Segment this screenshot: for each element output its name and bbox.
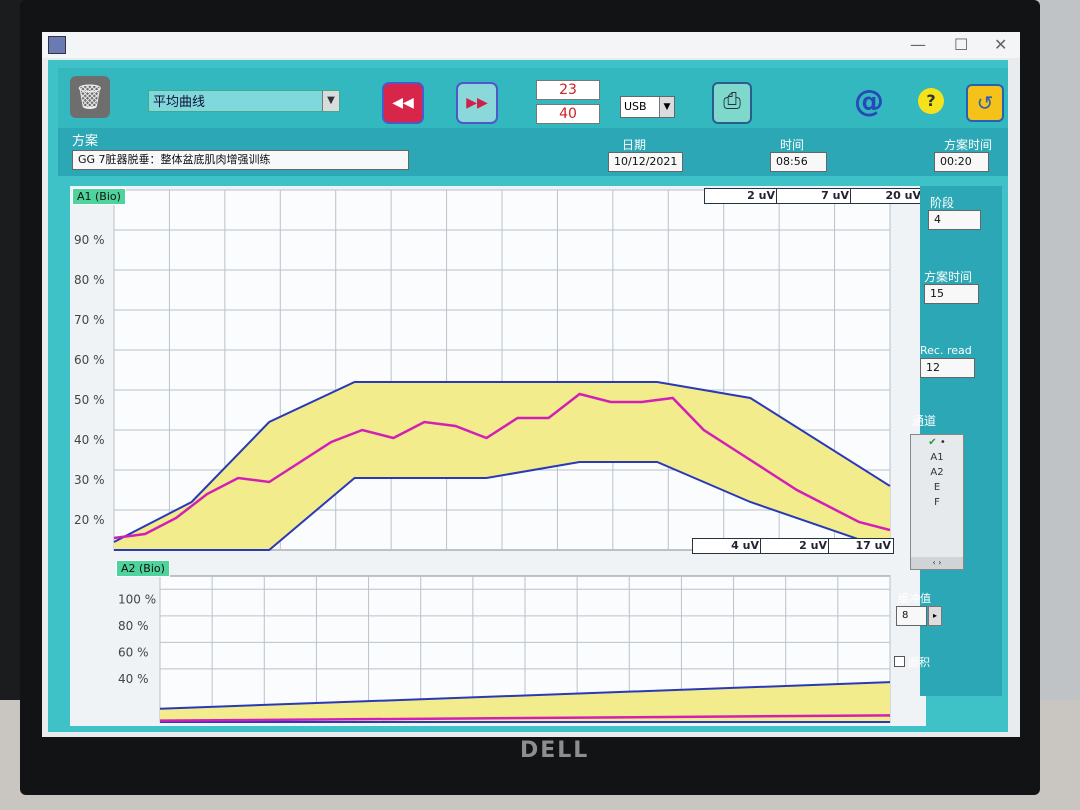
chart1-y-tick-label: 60 % [74,353,105,367]
title-bar: — ☐ ✕ [42,32,1020,58]
stage-field: 4 [928,210,981,230]
rec-read-field: 12 [920,358,975,378]
chart2-tag: A2 (Bio) [116,560,170,577]
chevron-down-icon[interactable]: ▼ [322,91,339,111]
chart1-tag: A1 (Bio) [72,188,126,205]
check-icon: ✔ [928,437,937,448]
channel-item[interactable]: F [911,495,963,510]
channel-item[interactable]: A1 [911,450,963,465]
rec-read-label: Rec. read [920,344,972,357]
plan-field: GG 7脏器脱垂：整体盆底肌肉增强训练 [72,150,409,170]
area-label: 面积 [908,656,930,669]
maximize-icon[interactable]: ☐ [954,35,968,54]
chart2-y-tick-label: 80 % [118,619,149,633]
port-select-value: USB [624,100,647,113]
channel-label: 通道 [912,414,937,428]
mode-select-value: 平均曲线 [153,95,206,110]
chart1-scale-bottom-3: 17 uV [828,538,894,554]
forward-button[interactable]: ▶▶ [456,82,498,124]
email-icon[interactable]: @ [854,84,884,119]
app-icon [48,36,66,54]
chart1-y-tick-label: 70 % [74,313,105,327]
client-area: 🗑 平均曲线 ▼ ◀◀ ▶▶ 23 40 USB ▼ ⎙ @ ? ↺ 方案 GG… [48,60,1008,732]
rewind-button[interactable]: ◀◀ [382,82,424,124]
side-plan-time-field: 15 [924,284,979,304]
plan-time-label: 方案时间 [944,138,993,152]
plan-label: 方案 [72,134,99,149]
time-field: 08:56 [770,152,827,172]
chevron-down-icon[interactable]: ▼ [659,97,674,117]
buffer-label: 缓冲值 [898,592,931,605]
chart-svg: 100 %90 %80 %70 %60 %50 %40 %30 %20 %100… [74,189,891,723]
chart1-y-tick-label: 40 % [74,433,105,447]
channel-item[interactable]: E [911,480,963,495]
count-bottom: 40 [536,104,600,124]
chart1-y-tick-label: 20 % [74,513,105,527]
channel-scrollbar[interactable]: ‹ › [911,557,963,569]
side-panel: 阶段 4 方案时间 15 Rec. read 12 通道 ✔ • A1 A2 E… [894,186,1002,696]
print-icon[interactable]: ⎙ [712,82,752,124]
chart1-y-tick-label: 90 % [74,233,105,247]
date-label: 日期 [622,138,647,152]
chart-panel: 100 %90 %80 %70 %60 %50 %40 %30 %20 %100… [70,186,926,726]
date-field: 10/12/2021 [608,152,683,172]
toolbar: 🗑 平均曲线 ▼ ◀◀ ▶▶ 23 40 USB ▼ ⎙ @ ? ↺ [58,68,1008,128]
app-window: — ☐ ✕ 🗑 平均曲线 ▼ ◀◀ ▶▶ 23 40 USB ▼ ⎙ @ ? ↺ [42,32,1020,737]
chart1-scale-bottom-1: 4 uV [692,538,762,554]
chart2-y-tick-label: 40 % [118,672,149,686]
chart1-y-tick-label: 30 % [74,473,105,487]
side-plan-time-label: 方案时间 [924,270,973,284]
channel-item[interactable]: A2 [911,465,963,480]
close-icon[interactable]: ✕ [994,35,1007,54]
area-checkbox[interactable] [894,656,905,667]
chart2-y-tick-label: 100 % [118,592,156,606]
chart2-y-tick-label: 60 % [118,645,149,659]
stage-label: 阶段 [930,196,955,210]
plan-time-field: 00:20 [934,152,989,172]
buffer-field[interactable]: 8 [896,606,927,626]
minimize-icon[interactable]: — [910,35,926,54]
help-icon[interactable]: ? [918,88,944,114]
time-label: 时间 [780,138,805,152]
port-select[interactable]: USB ▼ [620,96,675,118]
channel-list[interactable]: ✔ • A1 A2 E F ‹ › [910,434,964,570]
buffer-stepper[interactable]: ▸ [928,606,942,626]
chart1-scale-top-1: 2 uV [704,188,778,204]
chart1-y-tick-label: 50 % [74,393,105,407]
chart1-scale-bottom-2: 2 uV [760,538,830,554]
return-icon[interactable]: ↺ [966,84,1004,122]
chart1-y-tick-label: 80 % [74,273,105,287]
chart1-scale-top-2: 7 uV [776,188,852,204]
mode-select[interactable]: 平均曲线 ▼ [148,90,340,112]
trash-icon[interactable]: 🗑 [70,76,110,118]
chart1-scale-top-3: 20 uV [850,188,924,204]
count-top: 23 [536,80,600,100]
info-bar: 方案 GG 7脏器脱垂：整体盆底肌肉增强训练 日期 10/12/2021 时间 … [58,128,1008,176]
monitor-logo: DELL [520,738,590,763]
channel-item[interactable]: ✔ • [911,435,963,450]
